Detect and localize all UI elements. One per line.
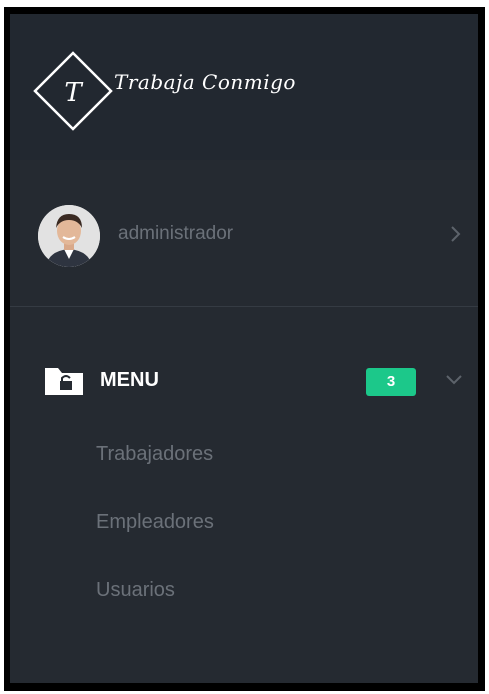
chevron-right-icon[interactable] <box>448 223 464 245</box>
brand-header[interactable]: T Trabaja Conmigo <box>10 14 478 160</box>
avatar[interactable] <box>38 205 100 267</box>
sidebar: T Trabaja Conmigo administrador MENU 3 T… <box>10 14 478 683</box>
brand-title: Trabaja Conmigo <box>114 70 296 94</box>
user-name[interactable]: administrador <box>118 223 233 245</box>
chevron-down-icon[interactable] <box>443 371 465 389</box>
menu-item-trabajadores[interactable]: Trabajadores <box>96 443 213 466</box>
user-photo <box>38 205 100 267</box>
divider <box>10 306 478 307</box>
logo-letter: T <box>64 78 83 108</box>
menu-label: MENU <box>100 369 159 391</box>
menu-item-usuarios[interactable]: Usuarios <box>96 579 175 602</box>
menu-toggle[interactable]: MENU 3 <box>10 359 478 403</box>
folder-lock-icon <box>45 368 83 395</box>
diamond-logo-icon: T <box>33 51 113 131</box>
menu-item-empleadores[interactable]: Empleadores <box>96 511 214 534</box>
menu-count-badge: 3 <box>366 368 416 396</box>
user-panel[interactable]: administrador <box>10 160 478 300</box>
